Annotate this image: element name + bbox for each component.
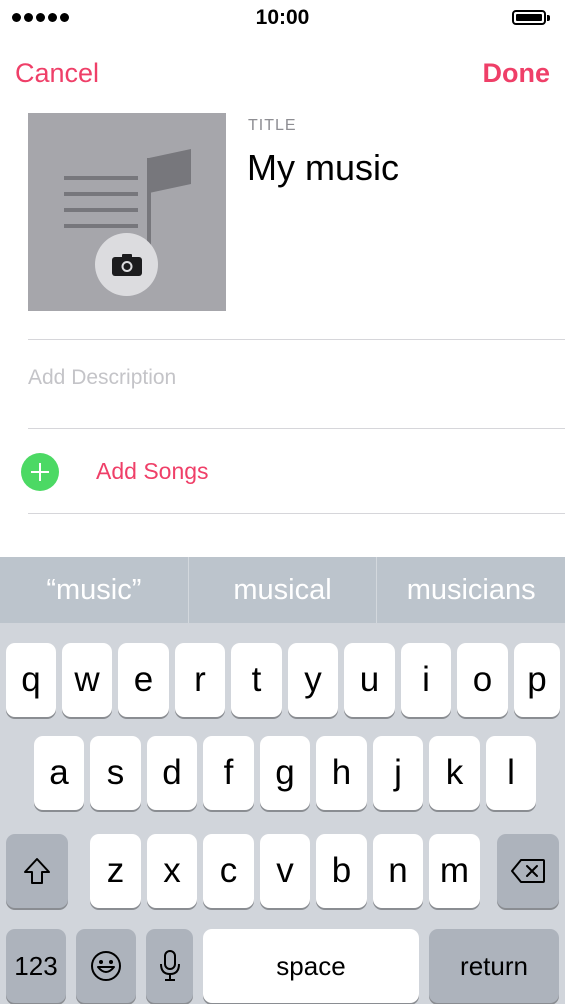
cancel-button[interactable]: Cancel xyxy=(15,58,99,89)
add-songs-label: Add Songs xyxy=(96,458,209,484)
key-h[interactable]: h xyxy=(316,736,367,810)
title-input[interactable]: My music xyxy=(247,147,399,189)
key-z[interactable]: z xyxy=(90,834,141,908)
predictive-text-bar: “music” musical musicians xyxy=(0,557,565,623)
space-key[interactable]: space xyxy=(203,929,419,1003)
key-i[interactable]: i xyxy=(401,643,451,717)
keyboard: q w e r t y u i o p a s d f g h j k l z … xyxy=(0,623,565,1004)
status-bar: 10:00 xyxy=(0,0,565,38)
key-b[interactable]: b xyxy=(316,834,367,908)
edit-playlist-screen: 10:00 Cancel Done TITLE My music Add Des… xyxy=(0,0,565,1004)
divider xyxy=(28,339,565,340)
key-y[interactable]: y xyxy=(288,643,338,717)
divider xyxy=(28,513,565,514)
delete-key[interactable] xyxy=(497,834,559,908)
key-s[interactable]: s xyxy=(90,736,141,810)
divider xyxy=(28,428,565,429)
key-q[interactable]: q xyxy=(6,643,56,717)
status-time: 10:00 xyxy=(255,6,310,29)
key-v[interactable]: v xyxy=(260,834,310,908)
suggestion-item[interactable]: “music” xyxy=(0,557,188,623)
suggestion-item[interactable]: musical xyxy=(187,557,377,623)
title-label: TITLE xyxy=(248,117,297,134)
key-n[interactable]: n xyxy=(373,834,423,908)
emoji-key[interactable] xyxy=(76,929,136,1003)
emoji-icon xyxy=(91,951,121,981)
key-w[interactable]: w xyxy=(62,643,112,717)
key-o[interactable]: o xyxy=(457,643,508,717)
backspace-icon xyxy=(511,859,545,883)
key-g[interactable]: g xyxy=(260,736,310,810)
key-c[interactable]: c xyxy=(203,834,254,908)
dictation-key[interactable] xyxy=(146,929,193,1003)
suggestion-item[interactable]: musicians xyxy=(376,557,565,623)
key-j[interactable]: j xyxy=(373,736,423,810)
key-t[interactable]: t xyxy=(231,643,282,717)
playlist-artwork[interactable] xyxy=(28,113,226,311)
key-x[interactable]: x xyxy=(147,834,197,908)
return-key[interactable]: return xyxy=(429,929,559,1003)
key-a[interactable]: a xyxy=(34,736,84,810)
key-e[interactable]: e xyxy=(118,643,169,717)
done-button[interactable]: Done xyxy=(483,58,551,89)
description-field[interactable]: Add Description xyxy=(28,366,528,390)
key-m[interactable]: m xyxy=(429,834,480,908)
add-songs-button[interactable]: Add Songs xyxy=(0,430,565,512)
shift-key[interactable] xyxy=(6,834,68,908)
key-u[interactable]: u xyxy=(344,643,395,717)
numbers-key[interactable]: 123 xyxy=(6,929,66,1003)
microphone-icon xyxy=(159,950,180,981)
camera-button[interactable] xyxy=(95,233,158,296)
shift-arrow-icon xyxy=(24,858,50,884)
key-l[interactable]: l xyxy=(486,736,536,810)
key-d[interactable]: d xyxy=(147,736,197,810)
key-r[interactable]: r xyxy=(175,643,225,717)
plus-circle-icon xyxy=(21,453,59,491)
battery-icon xyxy=(512,10,546,25)
key-f[interactable]: f xyxy=(203,736,254,810)
battery-tip xyxy=(547,15,550,21)
camera-icon xyxy=(111,253,142,276)
key-p[interactable]: p xyxy=(514,643,560,717)
key-k[interactable]: k xyxy=(429,736,480,810)
